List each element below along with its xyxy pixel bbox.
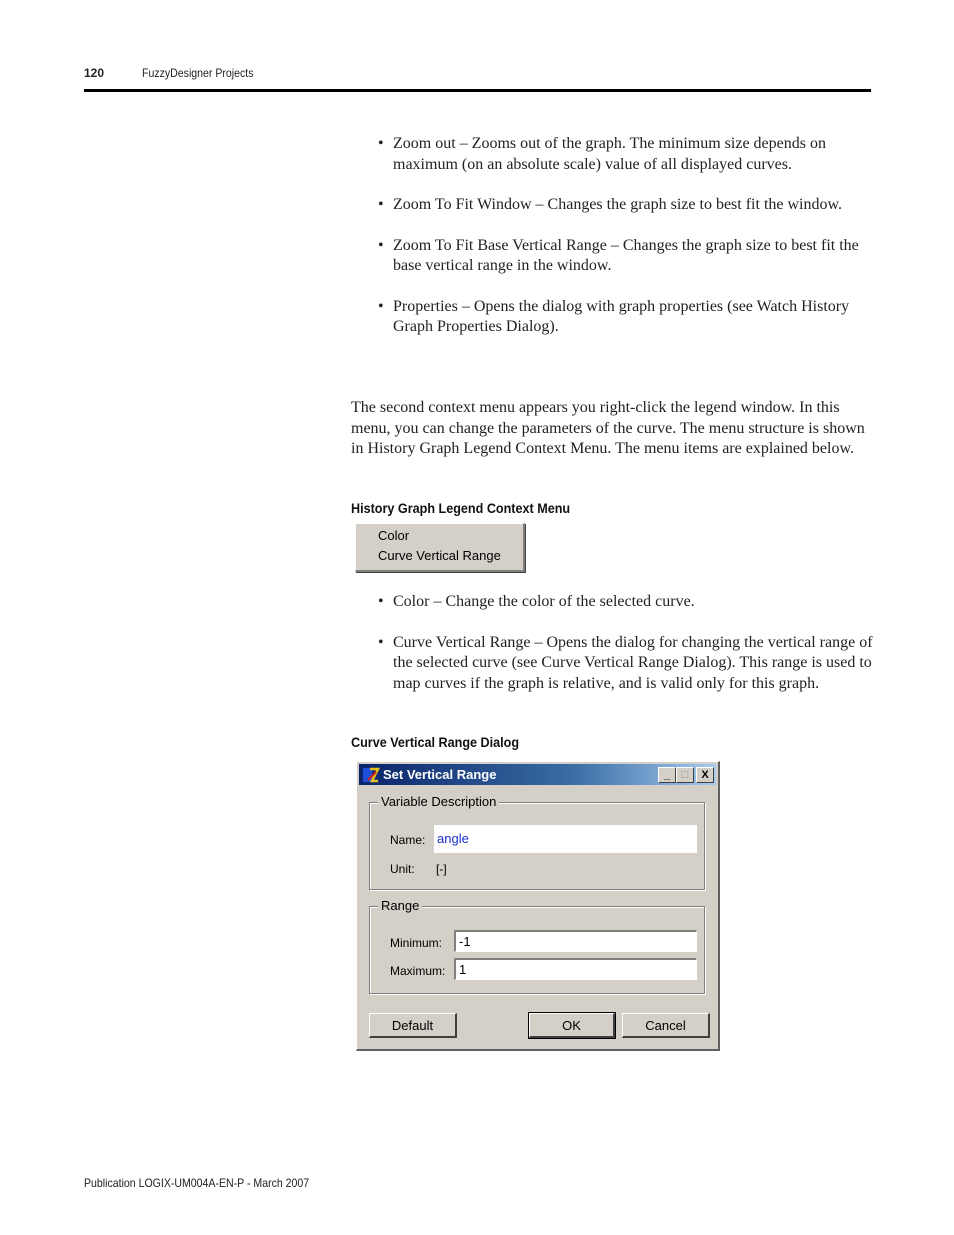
bullet-item: • Color – Change the color of the selecte…: [378, 593, 695, 610]
maximum-label: Maximum:: [390, 964, 446, 978]
bullet-item: • Properties – Opens the dialog with grap…: [378, 297, 850, 336]
app-icon: [363, 767, 380, 783]
minimum-label: Minimum:: [390, 936, 443, 950]
group-legend: Variable Description: [378, 794, 500, 809]
cancel-button[interactable]: Cancel: [622, 1013, 710, 1038]
maximum-input[interactable]: 1: [454, 958, 697, 980]
menu-item-curve-vertical-range[interactable]: Curve Vertical Range: [378, 548, 501, 563]
close-button[interactable]: X: [696, 767, 714, 783]
bullet-item: • Curve Vertical Range – Opens the dialog…: [378, 633, 873, 692]
context-menu-caption: History Graph Legend Context Menu: [351, 500, 571, 516]
name-field[interactable]: angle: [434, 825, 697, 853]
variable-description-group: Variable Description Name: angle Unit: […: [369, 794, 705, 890]
header-rule: [84, 89, 871, 92]
set-vertical-range-dialog: Set Vertical Range _ □ X Variable Descri…: [356, 761, 720, 1051]
dialog-title: Set Vertical Range: [383, 767, 497, 782]
bullet-list-bottom: • Color – Change the color of the selecte…: [378, 592, 873, 694]
dialog-caption: Curve Vertical Range Dialog: [351, 734, 520, 750]
bullet-item: • Zoom out – Zooms out of the graph. The …: [378, 135, 826, 173]
minimum-input[interactable]: -1: [454, 930, 697, 952]
unit-label: Unit:: [390, 862, 415, 876]
section-title: FuzzyDesigner Projects: [142, 66, 254, 80]
bullet-item: • Zoom To Fit Window – Changes the graph …: [378, 196, 842, 213]
ok-button[interactable]: OK: [528, 1012, 616, 1039]
body-paragraph: The second context menu appears you righ…: [351, 399, 865, 457]
legend-context-menu: Color Curve Vertical Range: [355, 523, 525, 572]
dialog-titlebar[interactable]: Set Vertical Range _ □ X: [359, 764, 716, 785]
minimize-button[interactable]: _: [658, 767, 676, 783]
bullet-item: • Zoom To Fit Base Vertical Range – Chang…: [378, 236, 859, 275]
maximize-button[interactable]: □: [676, 767, 694, 783]
page-header: 120 FuzzyDesigner Projects: [84, 66, 269, 80]
default-button[interactable]: Default: [369, 1013, 457, 1038]
range-group: Range Minimum: -1 Maximum: 1: [369, 898, 705, 994]
page-footer: Publication LOGIX-UM004A-EN-P - March 20…: [84, 1176, 310, 1190]
unit-value: [-]: [436, 862, 447, 876]
menu-item-color[interactable]: Color: [378, 528, 409, 543]
page-number: 120: [84, 66, 105, 80]
name-label: Name:: [390, 833, 426, 847]
group-legend: Range: [378, 898, 423, 913]
bullet-list-top: • Zoom out – Zooms out of the graph. The …: [378, 134, 873, 338]
